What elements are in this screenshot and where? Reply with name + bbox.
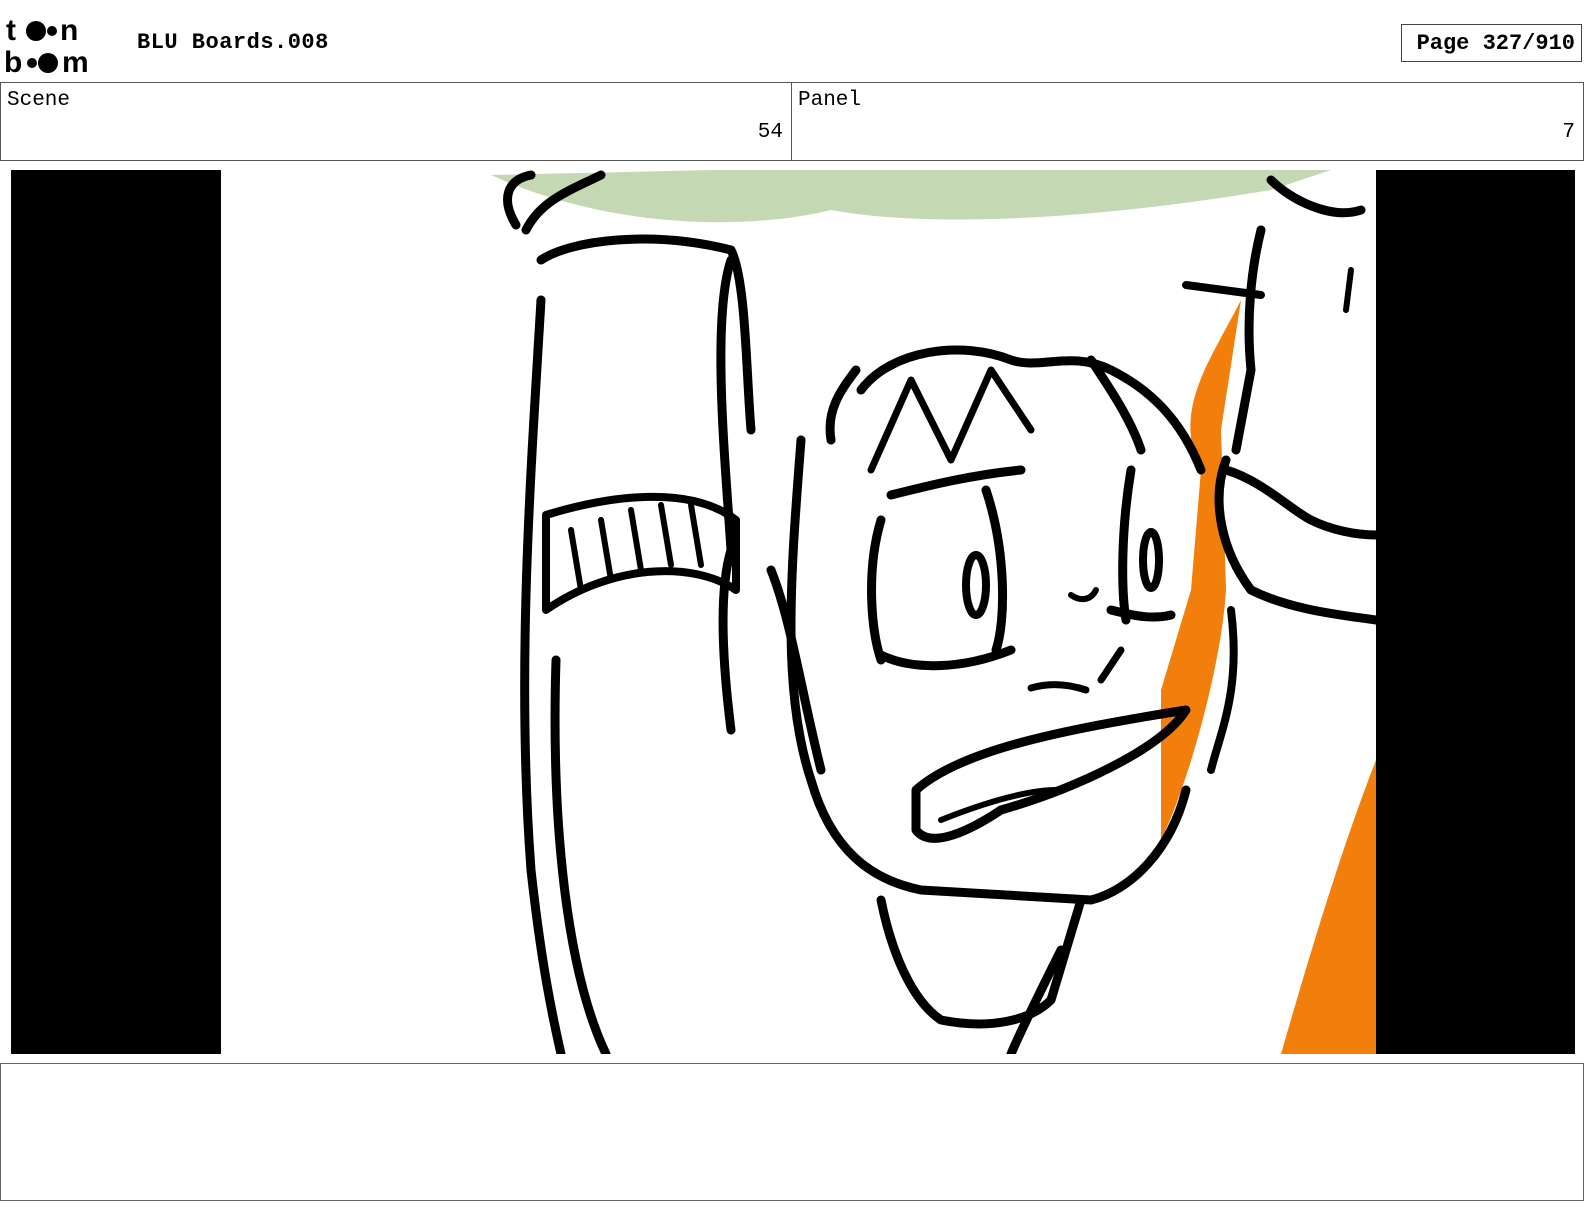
page-number: Page 327/910	[1416, 31, 1575, 56]
scene-number: 54	[757, 121, 783, 144]
notes-box	[0, 1063, 1584, 1201]
page-number-box: Page 327/910	[1401, 24, 1582, 62]
storyboard-drawing	[221, 170, 1381, 1054]
scene-panel-row: Scene 54 Panel 7	[0, 82, 1584, 161]
panel-number: 7	[1562, 121, 1575, 144]
toonboom-logo: t n b m	[4, 14, 89, 76]
svg-text:b: b	[4, 46, 22, 76]
page-header: t n b m BLU Boards.008 Page 327/910	[0, 0, 1584, 82]
document-title: BLU Boards.008	[137, 30, 329, 55]
svg-text:n: n	[60, 14, 78, 47]
storyboard-frame	[11, 170, 1575, 1054]
scene-cell: Scene 54	[0, 83, 792, 160]
svg-text:m: m	[62, 46, 89, 76]
panel-label: Panel	[798, 89, 862, 112]
svg-text:t: t	[6, 14, 16, 47]
panel-cell: Panel 7	[792, 83, 1584, 160]
scene-label: Scene	[7, 89, 71, 112]
